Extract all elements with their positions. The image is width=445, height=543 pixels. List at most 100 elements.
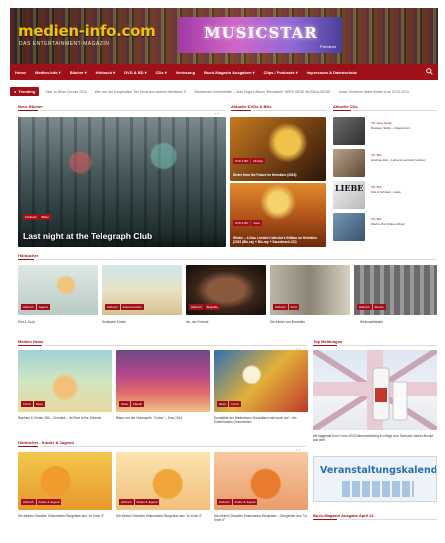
dvd-title[interactable]: Wickie – 4-Disc Limited Collector's Edit… (233, 236, 323, 244)
news-title[interactable]: Bilanz zur der Nobelpreis: "Cobra" – Kin… (116, 416, 210, 420)
top-meldung-card[interactable] (313, 350, 437, 430)
category-tag[interactable]: DVD & BD (233, 158, 251, 164)
section-title-hoerbuecher-kinder[interactable]: Hörbücher - Kinder & Jugend (18, 440, 74, 445)
category-tag[interactable]: Krimi (288, 304, 299, 310)
category-tag[interactable]: Hörbuch (189, 304, 204, 310)
hoerbuch-card[interactable]: Hörbuch Roman (354, 265, 437, 315)
section-title-aktuelle-dvds[interactable]: Aktuelle DVDs & BDs (231, 104, 271, 109)
cd-title[interactable]: Ruwaya: Wells – Angekommt (371, 126, 435, 130)
musicstar-banner[interactable]: MUSICSTAR Premium (178, 17, 342, 53)
category-tag[interactable]: Bilder (39, 214, 51, 220)
category-tag[interactable]: Biografie (204, 304, 220, 310)
nav-cds[interactable]: CDs ▾ (156, 70, 167, 75)
dvd-card[interactable]: DVD & BD Serie Wickie – 4-Disc Limited Co… (230, 183, 326, 247)
hoerbuch-card[interactable]: Hörbuch Science-Fiction (102, 265, 182, 315)
category-tag[interactable]: Hörbuch (105, 304, 120, 310)
category-tag[interactable]: Kinder & Jugend (232, 499, 258, 505)
nav-buch-magazin[interactable]: Buch-Magazin Ausgaben ▾ (204, 70, 255, 75)
category-tag[interactable]: Hörbuch (21, 304, 36, 310)
hero-feature[interactable]: Fotobuch Bilder Last night at the Telegra… (18, 117, 226, 247)
carousel-arrows[interactable]: ‹ › (215, 111, 219, 116)
category-tag[interactable]: News (33, 401, 45, 407)
hero-title[interactable]: Last night at the Telegraph Club (23, 231, 152, 241)
hoerbuch-card[interactable]: Hörbuch Jugend (18, 265, 98, 315)
category-tag[interactable]: Kinder & Jugend (134, 499, 160, 505)
dvd-title[interactable]: Dieter from the Future im Heimkino (2023… (233, 173, 323, 177)
ticker-item[interactable]: Wer von der Kooperation Tier Show aus un… (95, 90, 187, 94)
category-tag[interactable]: Serie (251, 220, 262, 226)
nav-buecher[interactable]: Bücher ▾ (70, 70, 87, 75)
nav-medien-info[interactable]: Medien-Info ▾ (35, 70, 61, 75)
category-tag[interactable]: Kinder & Jugend (36, 499, 62, 505)
hoerbuch-card[interactable]: Hörbuch Biografie (186, 265, 266, 315)
cd-item[interactable]: CD, Bild Werbe-Pur-Ordner Album (333, 213, 437, 241)
cd-category[interactable]: CD, Bild (371, 217, 381, 221)
ticker-item[interactable]: Brennender Sonnenbrille – Jean Hugo's Al… (195, 90, 331, 94)
section-title-buch-magazin[interactable]: Buch-Magazin Ausgabe April 22 (313, 513, 374, 518)
cd-category[interactable]: CD, Bild (371, 153, 381, 157)
category-tag[interactable]: Hörbuch (273, 304, 288, 310)
top-meldung-title[interactable]: Mit taggesatt Euro? nein 2023 Neuentwick… (313, 434, 437, 442)
ticker-item[interactable]: Unser Gewinner liefert diesen A an 10.02… (339, 90, 409, 94)
section-title-hoerbuecher[interactable]: Hörbücher (18, 253, 38, 258)
kids-title[interactable]: Die kleinen Draußen Kidsomedia Storgeisl… (116, 514, 210, 518)
cd-cover[interactable] (333, 213, 365, 241)
hoerbuch-card[interactable]: Hörbuch Krimi (270, 265, 350, 315)
kids-title[interactable]: Die kleinen Draußen Kidsomedia Storgeisl… (214, 514, 308, 522)
category-tag[interactable]: Hörbuch (357, 304, 372, 310)
dvd-card[interactable]: DVD & BD Filmtipp Dieter from the Future … (230, 117, 326, 181)
category-tag[interactable]: Comic (21, 401, 33, 407)
cd-title[interactable]: Höchste Zeit – Liebe ist verrückt (Liebe… (371, 158, 435, 162)
category-tag[interactable]: Science-Fiction (120, 304, 144, 310)
nav-clips-podcasts[interactable]: Clips / Podcasts ▾ (264, 70, 298, 75)
nav-home[interactable]: Home (15, 70, 26, 75)
cd-cover[interactable] (333, 149, 365, 177)
category-tag[interactable]: Hörbuch (217, 499, 232, 505)
hoerbuch-title[interactable]: Ich, der Fremde (186, 320, 209, 324)
section-title-top-meldungen[interactable]: Top Meldungen (313, 339, 342, 344)
nav-verlosung[interactable]: Verlosung (176, 70, 195, 75)
cd-item[interactable]: LIEBE CD, Bild Nils & Schraub - Liebe (333, 181, 437, 209)
kids-title[interactable]: Die kleinen Draußen Kidsomedia Storgeisl… (18, 514, 112, 518)
search-icon[interactable] (426, 68, 433, 75)
news-card[interactable]: Comic News (18, 350, 112, 412)
cd-cover[interactable]: LIEBE (333, 181, 365, 209)
category-tag[interactable]: News (217, 401, 228, 407)
hoerbuch-title[interactable]: Die Kinder von Bruxelles (270, 320, 305, 324)
cd-item[interactable]: CD, Bild Höchste Zeit – Liebe ist verrüc… (333, 149, 437, 177)
site-logo[interactable]: medien-info.com (18, 22, 156, 40)
kids-card[interactable]: Hörbuch Kinder & Jugend (18, 452, 112, 510)
category-tag[interactable]: Klassik (131, 401, 144, 407)
category-tag[interactable]: Roman (372, 304, 386, 310)
kids-card[interactable]: Hörbuch Kinder & Jugend (116, 452, 210, 510)
category-tag[interactable]: Hörbuch (21, 499, 36, 505)
cd-item[interactable]: CD, Neue Single Ruwaya: Wells – Angekomm… (333, 117, 437, 145)
cd-title[interactable]: Nils & Schraub - Liebe (371, 190, 435, 194)
hoerbuch-title[interactable]: Weihnachtsbäre (360, 320, 383, 324)
nav-hoerbuch[interactable]: Hörbuch ▾ (96, 70, 116, 75)
category-tag[interactable]: Fotobuch (23, 214, 39, 220)
section-title-medien-news[interactable]: Medien News (18, 339, 43, 344)
section-title-neue-buecher[interactable]: Neue Bücher (18, 104, 43, 109)
category-tag[interactable]: Hörbuch (119, 499, 134, 505)
cd-cover[interactable] (333, 117, 365, 145)
category-tag[interactable]: DVD & BD (233, 220, 251, 226)
news-card[interactable]: News Klassik (116, 350, 210, 412)
hoerbuch-title[interactable]: Komische Kinder (102, 320, 126, 324)
news-title[interactable]: Raphael & Christi: 300 – Schabra – Im Re… (18, 416, 112, 420)
ticker-item[interactable]: Über zu Brian Conrad 2024 (45, 90, 86, 94)
veranstaltungskalender-banner[interactable]: Veranstaltungskalender (313, 456, 437, 502)
category-tag[interactable]: Jugend (36, 304, 50, 310)
category-tag[interactable]: Filmtipp (251, 158, 266, 164)
nav-impressum[interactable]: Impressum & Datenschutz (307, 70, 357, 75)
news-card[interactable]: News Comic (214, 350, 308, 412)
hoerbuch-title[interactable]: Erst & So Ip (18, 320, 35, 324)
cd-title[interactable]: Werbe-Pur-Ordner Album (371, 222, 435, 226)
kids-card[interactable]: Hörbuch Kinder & Jugend (214, 452, 308, 510)
cd-category[interactable]: CD, Neue Single (371, 121, 392, 125)
category-tag[interactable]: News (119, 401, 130, 407)
section-title-aktuelle-cds[interactable]: Aktuelle CDs (333, 104, 358, 109)
cd-category[interactable]: CD, Bild (371, 185, 381, 189)
news-title[interactable]: Donaldtier der Weiterlesen Donaldfans wi… (214, 416, 308, 424)
category-tag[interactable]: Comic (229, 401, 241, 407)
